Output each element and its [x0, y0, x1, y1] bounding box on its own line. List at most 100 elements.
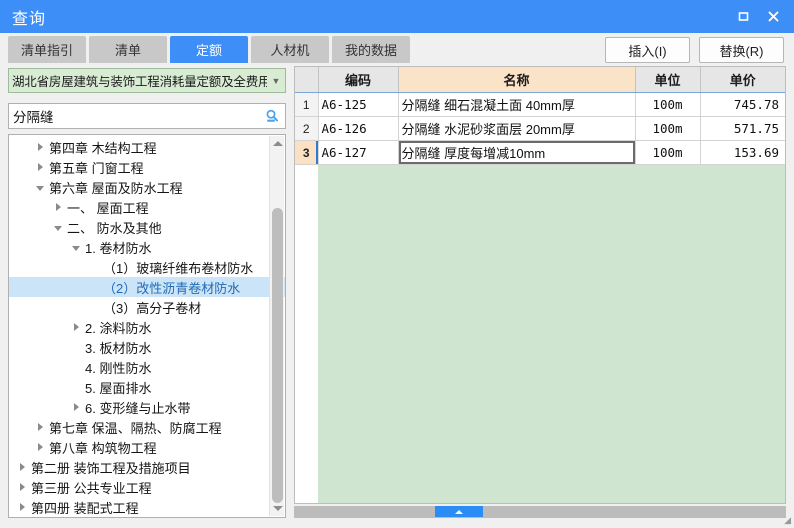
chevron-right-icon[interactable] [69, 323, 83, 331]
scrollbar-thumb[interactable] [272, 208, 283, 503]
tree-item[interactable]: 第五章 门窗工程 [9, 157, 267, 177]
tree-item-label: （2）改性沥青卷材防水 [103, 280, 241, 296]
chevron-down-icon[interactable] [69, 244, 83, 251]
window-controls [728, 0, 788, 33]
insert-button[interactable]: 插入(I) [605, 37, 690, 63]
col-header-name[interactable]: 名称 [398, 67, 636, 93]
tab-qingdan[interactable]: 清单 [89, 36, 167, 63]
tree-item[interactable]: 6. 变形缝与止水带 [9, 397, 267, 417]
row-index-cell[interactable]: 3 [295, 140, 319, 165]
chevron-right-icon[interactable] [15, 483, 29, 491]
chevron-right-icon[interactable] [33, 163, 47, 171]
cell-name[interactable]: 分隔缝 细石混凝土面 40mm厚 [398, 92, 636, 117]
collapse-handle-icon[interactable] [435, 506, 483, 517]
col-header-unit[interactable]: 单位 [635, 67, 701, 93]
search-input[interactable]: 分隔缝 [9, 106, 259, 126]
results-grid-panel: 编码 名称 单位 单价 1 A6-125 分隔缝 细石混凝土面 40mm厚 100m 7… [294, 66, 786, 504]
col-header-index[interactable] [295, 67, 319, 93]
results-table: 编码 名称 单位 单价 1 A6-125 分隔缝 细石混凝土面 40mm厚 100m 7… [295, 67, 785, 165]
cell-unit[interactable]: 100m [635, 92, 701, 117]
tab-wodeshuju[interactable]: 我的数据 [332, 36, 410, 63]
tree-item-label: 第五章 门窗工程 [49, 160, 144, 176]
tree-item-label: （1）玻璃纤维布卷材防水 [103, 260, 254, 276]
cell-name[interactable]: 分隔缝 厚度每增减10mm [398, 140, 636, 165]
search-icon[interactable] [259, 108, 285, 124]
col-header-code[interactable]: 编码 [318, 67, 399, 93]
left-panel: 湖北省房屋建筑与装饰工程消耗量定额及全费用 ▼ 分隔缝 第四章 木结构工程 第五章… [8, 68, 286, 518]
close-icon[interactable] [758, 4, 788, 30]
tree-item[interactable]: （2）改性沥青卷材防水 [9, 277, 285, 297]
table-row[interactable]: 1 A6-125 分隔缝 细石混凝土面 40mm厚 100m 745.78 [295, 92, 785, 117]
table-row[interactable]: 2 A6-126 分隔缝 水泥砂浆面层 20mm厚 100m 571.75 [295, 116, 785, 141]
cell-code[interactable]: A6-127 [318, 140, 399, 165]
tree-item-label: 二、 防水及其他 [67, 220, 162, 236]
query-window: 查询 清单指引 清单 定额 人材机 我的数据 插入(I) 替换(R) 湖北省房屋… [0, 0, 794, 528]
tab-list: 清单指引 清单 定额 人材机 我的数据 [8, 36, 410, 63]
tree-item-label: 第三册 公共专业工程 [31, 480, 152, 496]
page-title: 查询 [12, 10, 47, 28]
tab-dinge[interactable]: 定额 [170, 36, 248, 63]
chevron-right-icon[interactable] [51, 203, 65, 211]
tree-item[interactable]: 第四册 装配式工程 [9, 497, 267, 517]
tree-item[interactable]: 2. 涂料防水 [9, 317, 267, 337]
chevron-right-icon[interactable] [33, 443, 47, 451]
tree-item[interactable]: 一、 屋面工程 [9, 197, 267, 217]
tree-item[interactable]: 第七章 保温、隔热、防腐工程 [9, 417, 267, 437]
tree-item[interactable]: （1）玻璃纤维布卷材防水 [9, 257, 267, 277]
tab-rencaiji[interactable]: 人材机 [251, 36, 329, 63]
tree-item-label: 第四章 木结构工程 [49, 140, 157, 156]
cell-name[interactable]: 分隔缝 水泥砂浆面层 20mm厚 [398, 116, 636, 141]
chevron-right-icon[interactable] [15, 503, 29, 511]
tree-item-label: 3. 板材防水 [85, 340, 152, 356]
chevron-right-icon[interactable] [69, 403, 83, 411]
cell-unit[interactable]: 100m [635, 140, 701, 165]
row-index-cell[interactable]: 1 [295, 92, 319, 117]
table-row[interactable]: 3 A6-127 分隔缝 厚度每增减10mm 100m 153.69 [295, 140, 785, 165]
tree-item[interactable]: 第八章 构筑物工程 [9, 437, 267, 457]
col-header-price[interactable]: 单价 [700, 67, 785, 93]
chevron-right-icon[interactable] [33, 423, 47, 431]
library-select[interactable]: 湖北省房屋建筑与装饰工程消耗量定额及全费用 ▼ [8, 68, 286, 93]
table-body: 1 A6-125 分隔缝 细石混凝土面 40mm厚 100m 745.78 2 A6-126… [295, 92, 785, 165]
chevron-down-icon[interactable] [33, 184, 47, 191]
chevron-down-icon[interactable]: ▼ [267, 76, 285, 86]
cell-price[interactable]: 153.69 [700, 140, 785, 165]
tree-item[interactable]: 第三册 公共专业工程 [9, 477, 267, 497]
tree-item-label: 一、 屋面工程 [67, 200, 149, 216]
row-index-cell[interactable]: 2 [295, 116, 319, 141]
tree-item-label: 第七章 保温、隔热、防腐工程 [49, 420, 222, 436]
tree-item[interactable]: （3）高分子卷材 [9, 297, 267, 317]
tree-item[interactable]: 3. 板材防水 [9, 337, 267, 357]
scroll-up-icon[interactable] [270, 136, 285, 151]
cell-code[interactable]: A6-125 [318, 92, 399, 117]
category-tree: 第四章 木结构工程 第五章 门窗工程 第六章 屋面及防水工程一、 屋面工程 二、 防水… [9, 135, 285, 517]
cell-code[interactable]: A6-126 [318, 116, 399, 141]
cell-price[interactable]: 571.75 [700, 116, 785, 141]
tree-item[interactable]: 5. 屋面排水 [9, 377, 267, 397]
tree-item[interactable]: 第六章 屋面及防水工程 [9, 177, 267, 197]
tree-item[interactable]: 第四章 木结构工程 [9, 137, 267, 157]
maximize-icon[interactable] [728, 4, 758, 30]
action-buttons: 插入(I) 替换(R) [605, 37, 784, 63]
tree-scrollbar[interactable] [269, 136, 284, 516]
chevron-right-icon[interactable] [15, 463, 29, 471]
replace-button[interactable]: 替换(R) [699, 37, 784, 63]
tree-item[interactable]: 二、 防水及其他 [9, 217, 267, 237]
tree-item-label: 6. 变形缝与止水带 [85, 400, 191, 416]
tree-item[interactable]: 第二册 装饰工程及措施项目 [9, 457, 267, 477]
grid-empty-fill [318, 165, 785, 503]
tree-item[interactable]: 1. 卷材防水 [9, 237, 267, 257]
table-header-row: 编码 名称 单位 单价 [295, 67, 785, 93]
tree-item-label: 第八章 构筑物工程 [49, 440, 157, 456]
bottom-splitter[interactable] [294, 506, 786, 518]
chevron-right-icon[interactable] [33, 143, 47, 151]
cell-unit[interactable]: 100m [635, 116, 701, 141]
scroll-down-icon[interactable] [270, 501, 285, 516]
tree-item[interactable]: 4. 刚性防水 [9, 357, 267, 377]
resize-grip-icon[interactable]: ◢ [781, 515, 791, 526]
chevron-down-icon[interactable] [51, 224, 65, 231]
tab-qingdan-zhiyin[interactable]: 清单指引 [8, 36, 86, 63]
tree-item-label: 第二册 装饰工程及措施项目 [31, 460, 191, 476]
search-box[interactable]: 分隔缝 [8, 103, 286, 129]
cell-price[interactable]: 745.78 [700, 92, 785, 117]
